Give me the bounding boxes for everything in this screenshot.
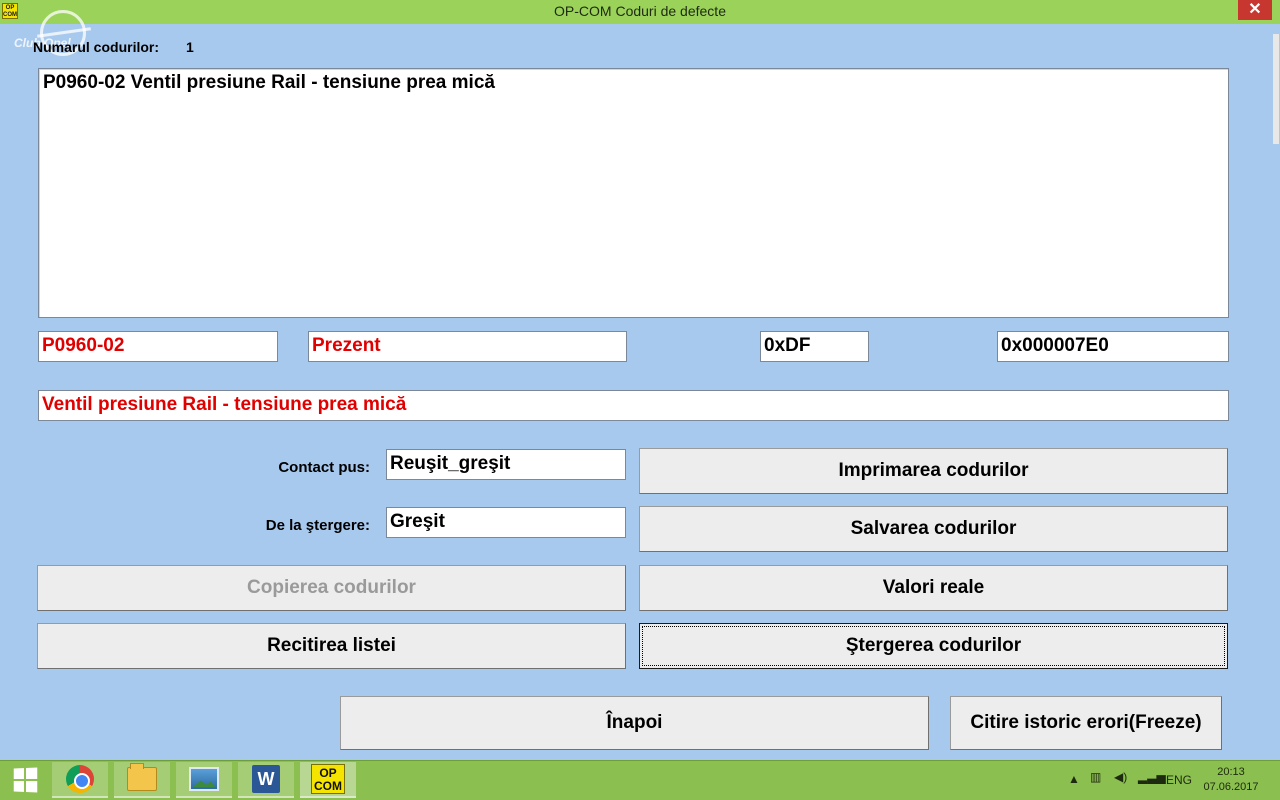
taskbar-photos[interactable] bbox=[176, 762, 232, 798]
save-codes-button[interactable]: Salvarea codurilor bbox=[639, 506, 1228, 552]
windows-start-icon bbox=[13, 767, 38, 793]
freeze-history-button[interactable]: Citire istoric erori(Freeze) bbox=[950, 696, 1222, 750]
opcom-icon: OP COM bbox=[311, 764, 345, 794]
clear-codes-button[interactable]: Ştergerea codurilor bbox=[639, 623, 1228, 669]
reread-list-button[interactable]: Recitirea listei bbox=[37, 623, 626, 669]
print-codes-button[interactable]: Imprimarea codurilor bbox=[639, 448, 1228, 494]
word-icon: W bbox=[252, 765, 280, 793]
status-field[interactable]: Prezent bbox=[308, 331, 627, 362]
hex-code-field[interactable]: 0xDF bbox=[760, 331, 869, 362]
taskbar-chrome[interactable] bbox=[52, 762, 108, 798]
close-button[interactable]: ✕ bbox=[1238, 0, 1272, 20]
photo-viewer-icon bbox=[189, 767, 219, 791]
taskbar-word[interactable]: W bbox=[238, 762, 294, 798]
clock-time: 20:13 bbox=[1217, 766, 1245, 778]
list-item[interactable]: P0960-02 Ventil presiune Rail - tensiune… bbox=[43, 71, 1224, 95]
real-values-button[interactable]: Valori reale bbox=[639, 565, 1228, 611]
network-icon[interactable]: ▥ bbox=[1090, 770, 1101, 784]
taskbar-opcom[interactable]: OP COM bbox=[300, 762, 356, 798]
clock[interactable]: 20:13 07.06.2017 bbox=[1198, 765, 1264, 795]
volume-icon[interactable]: ◀) bbox=[1114, 770, 1127, 784]
code-count-value: 1 bbox=[186, 39, 194, 55]
fault-codes-list[interactable]: P0960-02 Ventil presiune Rail - tensiune… bbox=[38, 68, 1229, 318]
since-clear-field[interactable]: Greşit bbox=[386, 507, 626, 538]
contact-label: Contact pus: bbox=[278, 459, 370, 476]
hex-address-field[interactable]: 0x000007E0 bbox=[997, 331, 1229, 362]
since-clear-label: De la ştergere: bbox=[265, 517, 370, 534]
back-button[interactable]: Înapoi bbox=[340, 696, 929, 750]
clock-date: 07.06.2017 bbox=[1203, 781, 1259, 793]
chrome-icon bbox=[66, 765, 94, 793]
description-field[interactable]: Ventil presiune Rail - tensiune prea mic… bbox=[38, 390, 1229, 421]
code-field[interactable]: P0960-02 bbox=[38, 331, 278, 362]
signal-icon[interactable]: ▂▃▅ bbox=[1138, 770, 1166, 784]
taskbar-explorer[interactable] bbox=[114, 762, 170, 798]
title-bar: OP COM OP-COM Coduri de defecte ✕ bbox=[0, 0, 1280, 24]
window-title: OP-COM Coduri de defecte bbox=[554, 3, 726, 19]
code-count-label: Numarul codurilor: bbox=[33, 39, 160, 55]
copy-codes-button[interactable]: Copierea codurilor bbox=[37, 565, 626, 611]
scrollbar-thumb[interactable] bbox=[1273, 34, 1279, 144]
show-hidden-icons-arrow-icon[interactable]: ▲ bbox=[1068, 772, 1080, 786]
contact-field[interactable]: Reuşit_greşit bbox=[386, 449, 626, 480]
folder-icon bbox=[127, 763, 157, 791]
start-button[interactable] bbox=[0, 762, 50, 798]
language-indicator[interactable]: ENG bbox=[1166, 773, 1192, 787]
